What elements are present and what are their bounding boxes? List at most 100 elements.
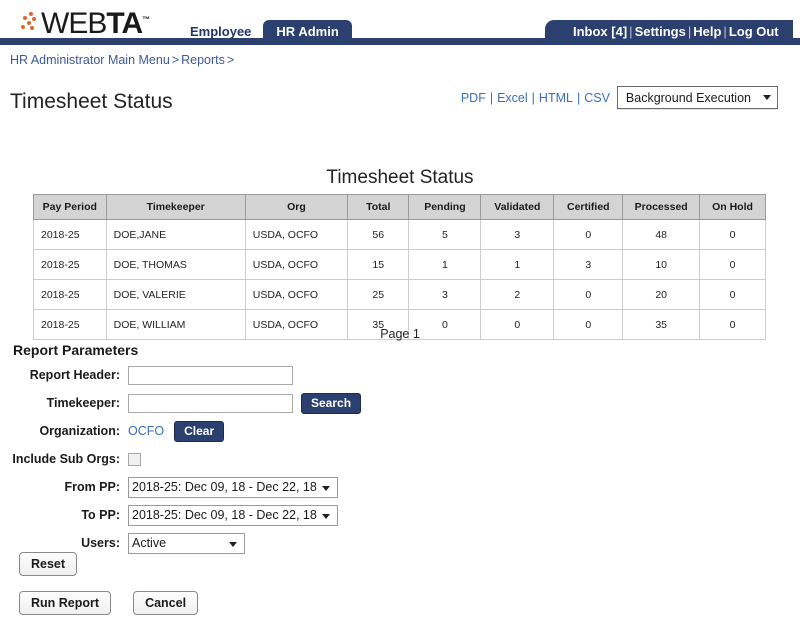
cell-pay-period: 2018-25 — [33, 219, 107, 250]
cell-on-hold: 0 — [699, 219, 766, 250]
cell-certified: 0 — [553, 219, 624, 250]
logo-text: WEBTA™ — [41, 5, 150, 39]
breadcrumb-hr-admin-main-menu[interactable]: HR Administrator Main Menu — [10, 53, 170, 67]
export-bar: PDF | Excel | HTML | CSV Background Exec… — [461, 86, 778, 109]
timesheet-status-table: Pay Period Timekeeper Org Total Pending … — [33, 194, 766, 340]
cell-pending: 1 — [408, 249, 482, 280]
export-pdf-link[interactable]: PDF — [461, 91, 486, 105]
export-excel-link[interactable]: Excel — [497, 91, 528, 105]
cell-on-hold: 0 — [699, 249, 766, 280]
cell-processed: 20 — [622, 279, 701, 310]
cell-org: USDA, OCFO — [244, 249, 349, 280]
report-parameters-heading: Report Parameters — [13, 342, 139, 358]
timekeeper-input[interactable] — [128, 393, 293, 413]
row-timekeeper: Timekeeper: Search — [0, 392, 800, 414]
export-html-link[interactable]: HTML — [539, 91, 573, 105]
reset-button-wrapper: Reset — [19, 552, 78, 576]
cell-pay-period: 2018-25 — [33, 249, 107, 280]
cell-timekeeper: DOE, THOMAS — [105, 249, 246, 280]
column-header-certified: Certified — [553, 194, 624, 220]
column-header-total: Total — [347, 194, 410, 220]
table-row: 2018-25 DOE, THOMAS USDA, OCFO 15 1 1 3 … — [33, 249, 766, 280]
export-csv-link[interactable]: CSV — [584, 91, 610, 105]
label-report-header: Report Header: — [29, 368, 120, 382]
export-separator-2: | — [531, 90, 535, 105]
clear-button[interactable]: Clear — [174, 420, 225, 442]
cell-pending: 3 — [408, 279, 482, 310]
users-select[interactable]: Active — [128, 532, 245, 554]
cancel-button[interactable]: Cancel — [133, 591, 199, 615]
label-include-sub-orgs: Include Sub Orgs: — [12, 452, 120, 466]
column-header-org: Org — [244, 194, 349, 220]
cell-total: 15 — [347, 249, 410, 280]
cell-validated: 2 — [480, 279, 555, 310]
report-title: Timesheet Status — [326, 167, 474, 188]
cell-validated: 1 — [480, 249, 555, 280]
cell-org: USDA, OCFO — [244, 279, 349, 310]
nav-right-links: Inbox [4] | Settings | Help | Log Out — [545, 20, 793, 45]
organization-value: OCFO — [128, 424, 165, 438]
cell-certified: 0 — [553, 279, 624, 310]
column-header-pay-period: Pay Period — [33, 194, 107, 220]
app-header: WEBTA™ Employee HR Admin Inbox [4] | Setti… — [0, 0, 800, 45]
column-header-timekeeper: Timekeeper — [105, 194, 246, 220]
row-to-pp: To PP: 2018-25: Dec 09, 18 - Dec 22, 18 — [0, 504, 800, 526]
cell-org: USDA, OCFO — [244, 219, 349, 250]
column-header-on-hold: On Hold — [699, 194, 766, 220]
background-execution-dropdown[interactable]: Background Execution — [616, 86, 778, 109]
cell-certified: 3 — [553, 249, 624, 280]
settings-link[interactable]: Settings — [635, 24, 686, 39]
row-organization: Organization: OCFO Clear — [0, 420, 800, 442]
logo-dots-icon — [20, 11, 40, 33]
to-pp-select[interactable]: 2018-25: Dec 09, 18 - Dec 22, 18 — [128, 504, 338, 526]
logo-text-web: WEB — [41, 7, 107, 40]
nav-separator-3: | — [723, 24, 727, 39]
row-users: Users: Active — [0, 532, 800, 554]
logo-text-ta: TA — [106, 7, 143, 40]
cell-validated: 3 — [480, 219, 555, 250]
row-from-pp: From PP: 2018-25: Dec 09, 18 - Dec 22, 1… — [0, 476, 800, 498]
cell-processed: 10 — [622, 249, 701, 280]
cell-timekeeper: DOE,JANE — [105, 219, 246, 250]
background-execution-label: Background Execution — [625, 90, 751, 105]
logout-link[interactable]: Log Out — [729, 24, 779, 39]
run-report-button[interactable]: Run Report — [19, 591, 112, 615]
include-sub-orgs-checkbox[interactable] — [128, 452, 141, 466]
action-buttons: Run Report Cancel — [19, 591, 199, 615]
label-users: Users: — [81, 536, 120, 550]
export-separator-3: | — [576, 90, 581, 105]
help-link[interactable]: Help — [693, 24, 721, 39]
cell-timekeeper: DOE, VALERIE — [105, 279, 246, 310]
search-button[interactable]: Search — [301, 392, 362, 414]
inbox-link[interactable]: Inbox [4] — [573, 24, 627, 39]
label-timekeeper: Timekeeper: — [46, 396, 120, 410]
from-pp-select-wrapper: 2018-25: Dec 09, 18 - Dec 22, 18 — [128, 476, 338, 498]
label-to-pp: To PP: — [81, 508, 120, 522]
from-pp-select[interactable]: 2018-25: Dec 09, 18 - Dec 22, 18 — [128, 476, 338, 498]
chevron-down-icon — [763, 95, 771, 100]
row-include-sub-orgs: Include Sub Orgs: — [0, 448, 800, 470]
cell-processed: 48 — [622, 219, 701, 250]
export-separator-1: | — [489, 90, 494, 105]
breadcrumb: HR Administrator Main Menu > Reports > — [10, 53, 236, 67]
cell-pay-period: 2018-25 — [33, 279, 107, 310]
breadcrumb-reports[interactable]: Reports — [181, 53, 225, 67]
cell-pending: 5 — [408, 219, 482, 250]
users-select-wrapper: Active — [128, 532, 245, 554]
reset-button[interactable]: Reset — [19, 552, 78, 576]
label-from-pp: From PP: — [64, 480, 120, 494]
table-row: 2018-25 DOE, VALERIE USDA, OCFO 25 3 2 0… — [33, 279, 766, 310]
page-number-label: Page 1 — [380, 327, 420, 341]
table-row: 2018-25 DOE,JANE USDA, OCFO 56 5 3 0 48 … — [33, 219, 766, 250]
report-header-input[interactable] — [128, 365, 293, 385]
report-parameters-form: Report Header: Timekeeper: Search Organi… — [0, 364, 800, 560]
webta-logo: WEBTA™ — [20, 5, 150, 39]
column-header-validated: Validated — [480, 194, 555, 220]
nav-separator-1: | — [629, 24, 633, 39]
breadcrumb-arrow-1: > — [171, 53, 180, 67]
cell-total: 25 — [347, 279, 410, 310]
column-header-processed: Processed — [622, 194, 701, 220]
breadcrumb-arrow-2: > — [226, 53, 235, 67]
column-header-pending: Pending — [408, 194, 482, 220]
cell-on-hold: 0 — [699, 279, 766, 310]
